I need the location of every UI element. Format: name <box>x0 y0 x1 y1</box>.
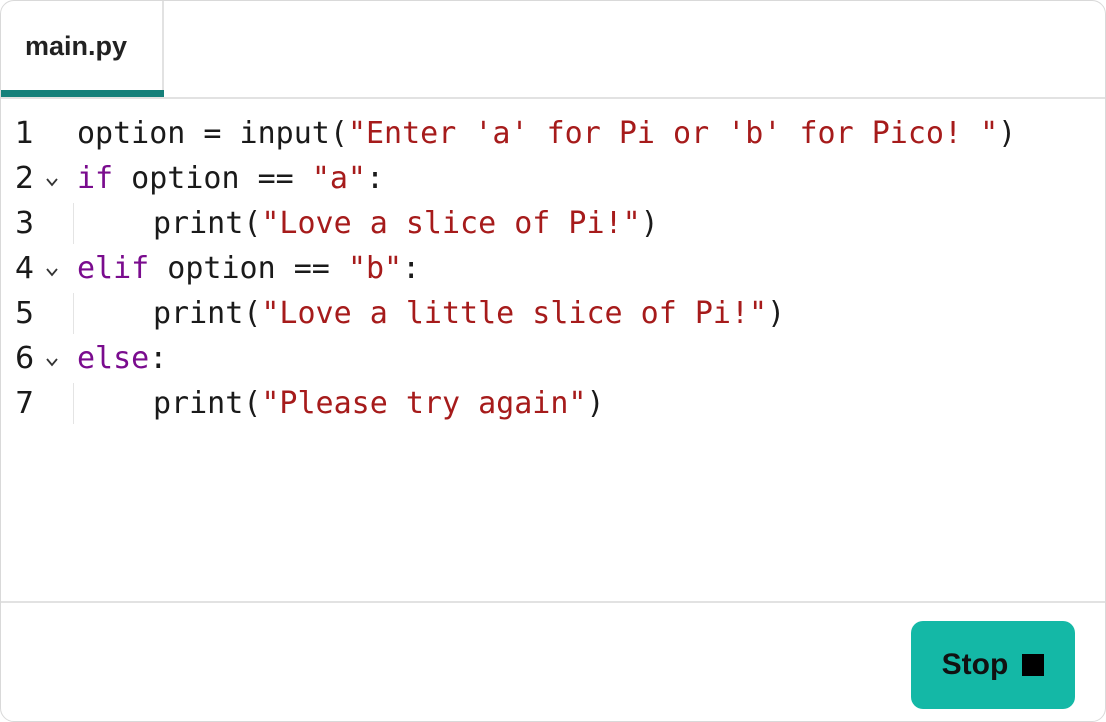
code-token: ) <box>767 296 786 331</box>
line-number: 5 <box>15 296 35 331</box>
indent-guide <box>73 383 74 424</box>
code-line[interactable]: 2 if option == "a": <box>1 156 1105 201</box>
code-token: print( <box>153 386 262 421</box>
fold-chevron-down-icon[interactable] <box>44 354 60 370</box>
code-token: : <box>402 251 421 286</box>
code-token: print( <box>153 206 262 241</box>
footer-bar: Stop <box>1 601 1105 721</box>
code-editor-window: main.py 1 option = input("Enter 'a' for P… <box>0 0 1106 722</box>
code-token: : <box>149 341 168 376</box>
indent-guide <box>73 203 74 244</box>
fold-chevron-down-icon[interactable] <box>44 174 60 190</box>
tab-label: main.py <box>25 31 128 61</box>
line-number: 4 <box>15 251 35 286</box>
stop-square-icon <box>1022 654 1045 676</box>
line-number: 2 <box>15 161 35 196</box>
code-token: ) <box>586 386 605 421</box>
code-editor[interactable]: 1 option = input("Enter 'a' for Pi or 'b'… <box>1 99 1105 602</box>
code-text: print("Love a slice of Pi!") <box>153 201 659 246</box>
line-number: 1 <box>15 116 35 151</box>
code-token: ) <box>640 206 659 241</box>
code-token: option == <box>149 251 348 286</box>
keyword-token: elif <box>77 251 150 286</box>
string-token: "Love a little slice of Pi!" <box>261 296 768 331</box>
string-token: "Enter 'a' for Pi or 'b' for Pico! " <box>347 116 999 151</box>
stop-button[interactable]: Stop <box>911 621 1075 709</box>
code-line[interactable]: 6 else: <box>1 336 1105 381</box>
code-token: : <box>366 161 385 196</box>
keyword-token: else <box>77 341 150 376</box>
code-token: print( <box>153 296 262 331</box>
string-token: "b" <box>347 251 403 286</box>
code-line[interactable]: 7 print("Please try again") <box>1 381 1105 426</box>
code-text: elif option == "b": <box>77 246 420 291</box>
code-token: ) <box>998 116 1017 151</box>
line-number: 6 <box>15 341 35 376</box>
stop-button-label: Stop <box>941 648 1009 681</box>
code-line[interactable]: 5 print("Love a little slice of Pi!") <box>1 291 1105 336</box>
tab-main-py[interactable]: main.py <box>1 1 164 97</box>
code-line[interactable]: 4 elif option == "b": <box>1 246 1105 291</box>
string-token: "Love a slice of Pi!" <box>261 206 641 241</box>
active-tab-indicator <box>1 90 164 97</box>
code-line[interactable]: 3 print("Love a slice of Pi!") <box>1 201 1105 246</box>
indent-guide <box>73 293 74 334</box>
string-token: "a" <box>311 161 366 196</box>
code-token: option == <box>113 161 312 196</box>
tab-bar: main.py <box>1 1 1105 99</box>
string-token: "Please try again" <box>261 386 587 421</box>
code-line[interactable]: 1 option = input("Enter 'a' for Pi or 'b'… <box>1 111 1105 156</box>
code-text: print("Please try again") <box>153 381 605 426</box>
line-number: 3 <box>15 206 35 241</box>
code-token: option = input( <box>77 116 348 151</box>
code-text: else: <box>77 336 167 381</box>
code-text: if option == "a": <box>77 156 384 201</box>
code-text: print("Love a little slice of Pi!") <box>153 291 785 336</box>
keyword-token: if <box>77 161 114 196</box>
line-number: 7 <box>15 386 35 421</box>
code-text: option = input("Enter 'a' for Pi or 'b' … <box>77 111 1016 156</box>
fold-chevron-down-icon[interactable] <box>44 264 60 280</box>
